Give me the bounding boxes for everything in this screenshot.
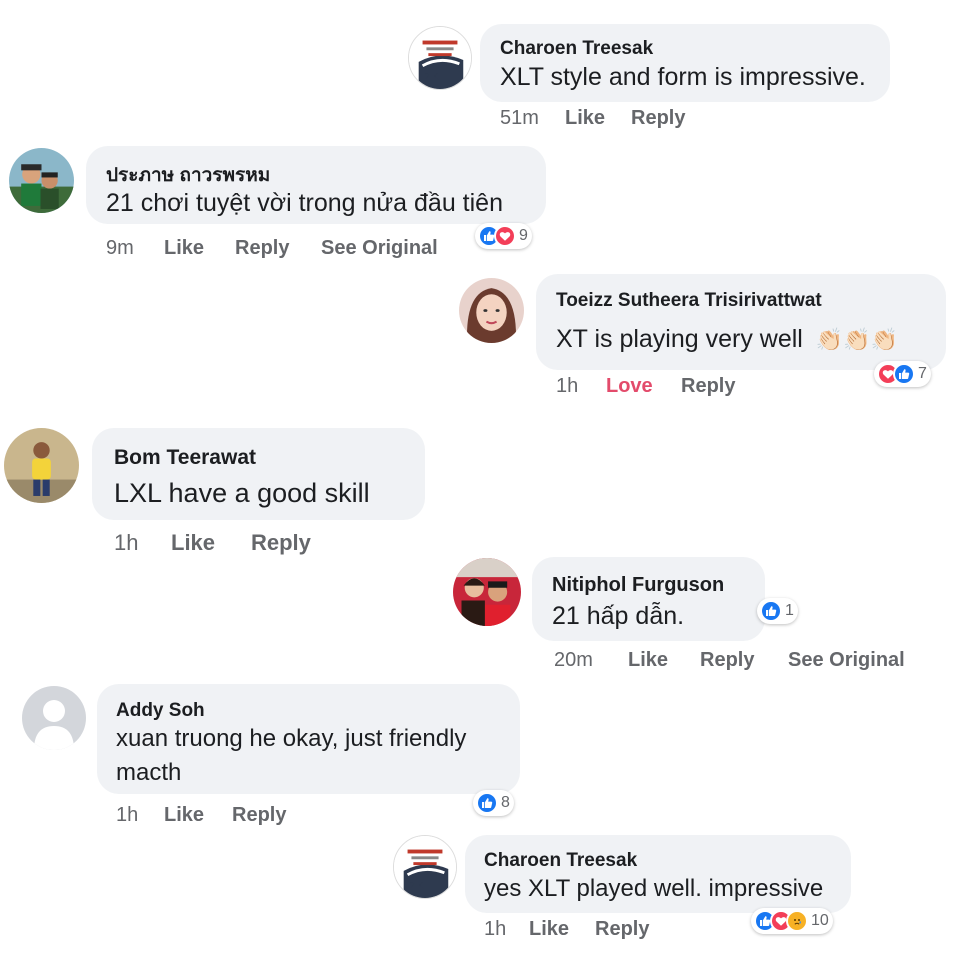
reaction-count: 7	[918, 365, 927, 382]
sad-reaction-icon	[786, 910, 808, 932]
like-reaction-icon	[476, 792, 498, 814]
logo-avatar-icon: 2 K	[394, 836, 456, 898]
avatar[interactable]	[4, 428, 79, 503]
photo-avatar-icon	[9, 148, 74, 213]
reaction-count: 8	[501, 794, 510, 811]
comment-bubble: Addy Soh xuan truong he okay, just frien…	[97, 684, 520, 794]
clapping-emoji: 👏🏻👏🏻👏🏻	[815, 327, 898, 352]
comment-time[interactable]: 1h	[484, 918, 506, 941]
like-link[interactable]: Like	[171, 530, 215, 556]
comment-author[interactable]: Charoen Treesak	[500, 38, 653, 60]
comment-time[interactable]: 20m	[554, 649, 593, 672]
default-avatar-icon	[22, 686, 86, 750]
comment-bubble: ประภาษ ถาวรพรหม 21 chơi tuyệt vời trong …	[86, 146, 546, 224]
avatar[interactable]	[9, 148, 74, 213]
reply-link[interactable]: Reply	[700, 649, 754, 672]
comment-author[interactable]: Charoen Treesak	[484, 850, 637, 872]
comment-author[interactable]: Bom Teerawat	[114, 446, 256, 470]
comment-text: XT is playing very well 👏🏻👏🏻👏🏻	[556, 322, 898, 357]
photo-avatar-icon	[459, 278, 524, 343]
comment-text: yes XLT played well. impressive	[484, 875, 824, 902]
reaction-summary[interactable]: 7	[874, 361, 931, 387]
photo-avatar-icon	[4, 428, 79, 503]
reaction-count: 10	[811, 912, 829, 929]
comment-text: XLT style and form is impressive.	[500, 63, 866, 91]
comment-text: xuan truong he okay, just friendly macth	[116, 725, 467, 786]
comment-text: LXL have a good skill	[114, 478, 370, 508]
reply-link[interactable]: Reply	[235, 237, 289, 260]
see-original-link[interactable]: See Original	[321, 237, 438, 260]
comment-bubble: Toeizz Sutheera Trisirivattwat XT is pla…	[536, 274, 946, 370]
comment-bubble: Nitiphol Furguson 21 hấp dẫn.	[532, 557, 765, 641]
like-reaction-icon	[893, 363, 915, 385]
like-reaction-icon	[760, 600, 782, 622]
like-link[interactable]: Like	[565, 107, 605, 130]
like-link[interactable]: Like	[628, 649, 668, 672]
comment-text: 21 hấp dẫn.	[552, 602, 685, 630]
comment-time[interactable]: 51m	[500, 107, 539, 130]
love-link[interactable]: Love	[606, 375, 653, 398]
comment-bubble: Charoen Treesak XLT style and form is im…	[480, 24, 890, 102]
avatar[interactable]: 2 K	[408, 26, 472, 90]
comment-author[interactable]: Toeizz Sutheera Trisirivattwat	[556, 290, 822, 312]
avatar[interactable]	[453, 558, 521, 626]
avatar[interactable]: 2 K	[393, 835, 457, 899]
reaction-summary[interactable]: 9	[475, 223, 532, 249]
svg-text:2 K: 2 K	[425, 72, 439, 82]
photo-avatar-icon	[453, 558, 521, 626]
reply-link[interactable]: Reply	[595, 918, 649, 941]
logo-avatar-icon: 2 K	[409, 27, 471, 89]
comment-author[interactable]: Addy Soh	[116, 700, 205, 722]
avatar[interactable]	[22, 686, 86, 750]
reaction-count: 1	[785, 602, 794, 619]
comment-time[interactable]: 9m	[106, 237, 134, 260]
comment-author[interactable]: Nitiphol Furguson	[552, 574, 724, 597]
reply-link[interactable]: Reply	[631, 107, 685, 130]
like-link[interactable]: Like	[164, 237, 204, 260]
reply-link[interactable]: Reply	[681, 375, 735, 398]
reaction-count: 9	[519, 227, 528, 244]
comment-time[interactable]: 1h	[116, 804, 138, 827]
comment-time[interactable]: 1h	[114, 530, 138, 556]
comment-text: 21 chơi tuyệt vời trong nửa đầu tiên	[106, 189, 503, 217]
love-reaction-icon	[494, 225, 516, 247]
comment-time[interactable]: 1h	[556, 375, 578, 398]
avatar[interactable]	[459, 278, 524, 343]
like-link[interactable]: Like	[529, 918, 569, 941]
comment-text-body: XT is playing very well	[556, 325, 803, 353]
comment-bubble: Bom Teerawat LXL have a good skill	[92, 428, 425, 520]
reply-link[interactable]: Reply	[232, 804, 286, 827]
reaction-summary[interactable]: 1	[757, 598, 798, 624]
comment-bubble: Charoen Treesak yes XLT played well. imp…	[465, 835, 851, 913]
svg-text:2 K: 2 K	[410, 881, 424, 891]
reaction-summary[interactable]: 8	[473, 790, 514, 816]
like-link[interactable]: Like	[164, 804, 204, 827]
see-original-link[interactable]: See Original	[788, 649, 905, 672]
reply-link[interactable]: Reply	[251, 530, 311, 556]
reaction-summary[interactable]: 10	[751, 908, 833, 934]
